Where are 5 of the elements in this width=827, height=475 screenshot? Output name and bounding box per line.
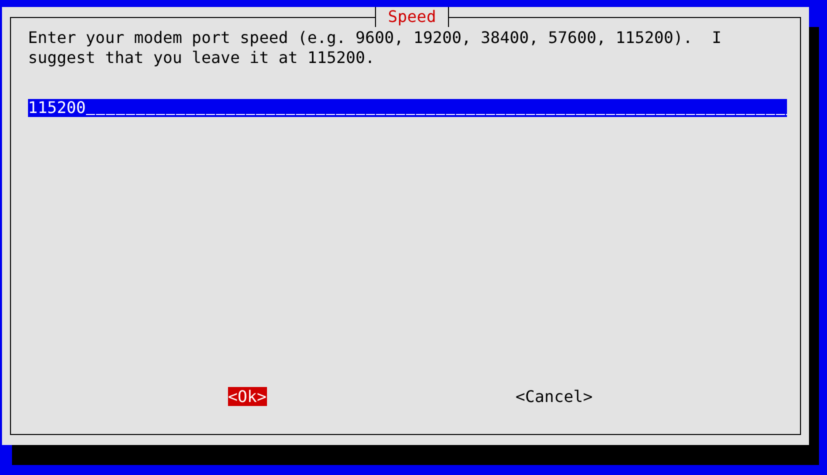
dialog-title: Speed xyxy=(374,7,450,27)
input-field[interactable]: 115200 xyxy=(28,99,787,117)
prompt-text: Enter your modem port speed (e.g. 9600, 19200, 38400, 57600, 115200). I suggest that you leave it at 115200. xyxy=(28,28,723,68)
cancel-button[interactable]: <Cancel> xyxy=(516,387,593,406)
ok-button[interactable]: <Ok> xyxy=(228,387,267,406)
